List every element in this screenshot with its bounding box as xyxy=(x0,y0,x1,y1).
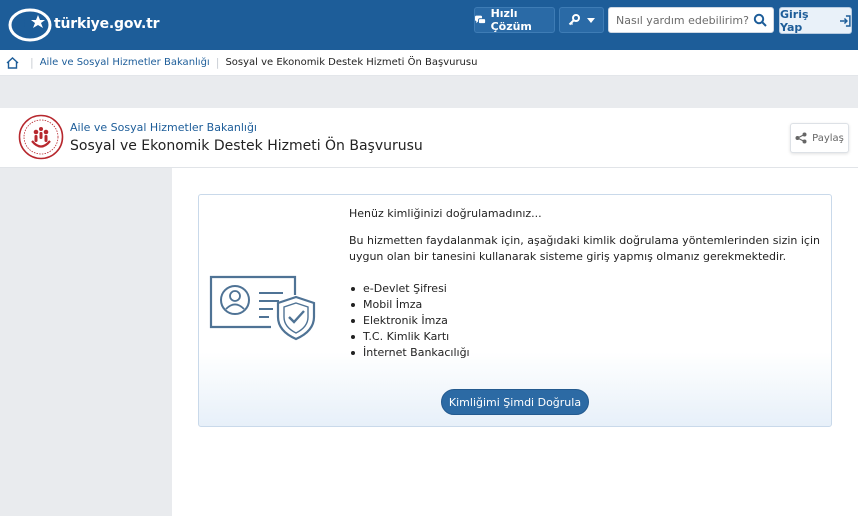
auth-methods-list: e-Devlet Şifresi Mobil İmza Elektronik İ… xyxy=(349,281,470,361)
chat-bubbles-icon xyxy=(475,15,486,24)
home-link[interactable] xyxy=(0,50,24,76)
login-button[interactable]: Giriş Yap xyxy=(779,7,852,34)
search-input[interactable] xyxy=(609,8,749,32)
crescent-logo-icon xyxy=(8,8,52,42)
quick-solution-button[interactable]: Hızlı Çözüm xyxy=(474,7,555,33)
share-button[interactable]: Paylaş xyxy=(790,123,849,153)
caret-down-icon xyxy=(587,17,595,23)
service-header: Aile ve Sosyal Hizmetler Bakanlığı Sosya… xyxy=(0,108,858,168)
notice-title: Henüz kimliğinizi doğrulamadınız... xyxy=(349,207,542,220)
home-icon xyxy=(6,56,18,69)
share-label: Paylaş xyxy=(812,132,844,144)
login-options-dropdown[interactable] xyxy=(559,7,604,33)
verify-identity-button[interactable]: Kimliğimi Şimdi Doğrula xyxy=(441,389,589,415)
search-box xyxy=(608,7,774,33)
breadcrumb-separator: | xyxy=(30,56,34,69)
breadcrumb-ministry-link[interactable]: Aile ve Sosyal Hizmetler Bakanlığı xyxy=(40,57,210,68)
ministry-name[interactable]: Aile ve Sosyal Hizmetler Bakanlığı xyxy=(70,121,257,134)
breadcrumb: | Aile ve Sosyal Hizmetler Bakanlığı | S… xyxy=(0,50,858,76)
left-sidebar xyxy=(0,168,172,516)
breadcrumb-separator: | xyxy=(215,56,220,69)
login-label: Giriş Yap xyxy=(780,7,809,34)
turkiye-gov-logo[interactable]: türkiye.gov.tr xyxy=(8,6,160,44)
share-icon xyxy=(795,132,807,144)
search-icon[interactable] xyxy=(753,13,767,27)
quick-solution-label: Hızlı Çözüm xyxy=(490,7,532,33)
key-icon xyxy=(568,14,580,26)
identity-card-shield-icon xyxy=(209,275,316,341)
page-title: Sosyal ve Ekonomik Destek Hizmeti Ön Baş… xyxy=(70,138,423,154)
list-item: İnternet Bankacılığı xyxy=(349,345,470,361)
notice-body: Bu hizmetten faydalanmak için, aşağıdaki… xyxy=(349,234,820,263)
list-item: e-Devlet Şifresi xyxy=(349,281,470,297)
list-item: Elektronik İmza xyxy=(349,313,470,329)
verification-notice: Henüz kimliğinizi doğrulamadınız... Bu h… xyxy=(198,194,832,427)
breadcrumb-current-page: Sosyal ve Ekonomik Destek Hizmeti Ön Baş… xyxy=(225,57,478,68)
list-item: T.C. Kimlik Kartı xyxy=(349,329,470,345)
ministry-emblem-icon xyxy=(18,114,64,160)
top-navigation-bar: türkiye.gov.tr Hızlı Çözüm Giriş Yap xyxy=(0,0,858,50)
sign-in-icon xyxy=(840,14,851,27)
list-item: Mobil İmza xyxy=(349,297,470,313)
logo-text: türkiye.gov.tr xyxy=(54,16,160,32)
